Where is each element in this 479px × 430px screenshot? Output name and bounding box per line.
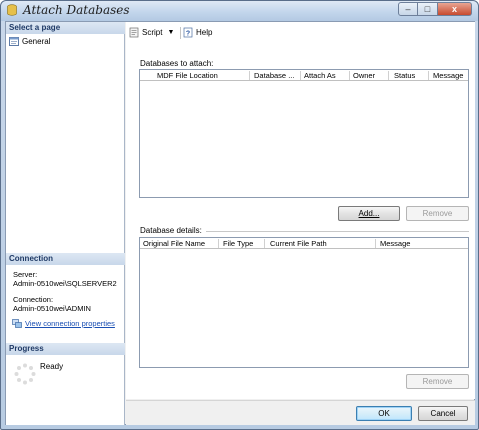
help-icon: ? <box>183 27 193 38</box>
connection-label: Connection: <box>13 295 54 304</box>
column-header-mdf-file-location[interactable]: MDF File Location <box>157 71 237 80</box>
add-button-label: Add... <box>358 209 380 218</box>
grid-header: MDF File Location Database ... Attach As… <box>140 70 468 81</box>
column-header-original-file-name[interactable]: Original File Name <box>143 239 215 248</box>
svg-text:?: ? <box>186 31 190 38</box>
column-separator <box>375 239 376 248</box>
connection-properties-icon <box>12 319 22 328</box>
column-header-database-name[interactable]: Database ... <box>254 71 296 80</box>
maximize-button[interactable]: □ <box>418 2 438 16</box>
toolbar-separator <box>180 27 181 39</box>
chevron-down-icon[interactable]: ▼ <box>167 29 174 36</box>
column-separator <box>264 239 265 248</box>
progress-spinner-icon <box>14 363 36 385</box>
dialog-footer: OK Cancel <box>126 400 475 425</box>
column-separator <box>349 71 350 80</box>
column-header-current-file-path[interactable]: Current File Path <box>270 239 340 248</box>
remove-detail-button-label: Remove <box>422 377 453 386</box>
page-item-general[interactable]: General <box>9 37 50 46</box>
remove-detail-button[interactable]: Remove <box>406 374 469 389</box>
database-details-label: Database details: <box>140 226 202 235</box>
view-connection-properties-link[interactable]: View connection properties <box>12 318 115 328</box>
column-header-owner[interactable]: Owner <box>353 71 383 80</box>
remove-button-label: Remove <box>422 209 453 218</box>
script-icon <box>129 27 139 38</box>
group-divider <box>206 231 469 232</box>
main-pane: Script ▼ ? Help Databases to attach: MDF… <box>126 22 475 399</box>
connection-value: Admin-0510wei\ADMIN <box>13 304 91 313</box>
grid-header: Original File Name File Type Current Fil… <box>140 238 468 249</box>
column-separator <box>388 71 389 80</box>
page-item-label: General <box>22 37 51 46</box>
toolbar: Script ▼ ? Help <box>126 22 475 42</box>
server-value: Admin-0510wei\SQLSERVER2 <box>13 279 117 288</box>
column-separator <box>218 239 219 248</box>
close-button[interactable]: x <box>438 2 472 16</box>
caption-buttons: – □ x <box>398 2 472 16</box>
database-icon <box>7 4 17 16</box>
view-connection-properties-text: View connection properties <box>25 318 115 328</box>
remove-database-button[interactable]: Remove <box>406 206 469 221</box>
add-database-button[interactable]: Add... <box>338 206 400 221</box>
help-button[interactable]: ? Help <box>183 27 212 38</box>
databases-to-attach-grid[interactable]: MDF File Location Database ... Attach As… <box>139 69 469 198</box>
column-header-attach-as[interactable]: Attach As <box>304 71 344 80</box>
column-header-message[interactable]: Message <box>380 239 425 248</box>
dialog-client-area: Select a page General Connection Server:… <box>5 21 475 425</box>
select-page-header: Select a page <box>6 22 125 34</box>
title-bar[interactable]: Attach Databases – □ x <box>1 1 478 21</box>
ok-button-label: OK <box>378 409 390 418</box>
column-separator <box>300 71 301 80</box>
column-header-status[interactable]: Status <box>394 71 424 80</box>
left-pane: Select a page General Connection Server:… <box>6 22 125 425</box>
minimize-button[interactable]: – <box>398 2 418 16</box>
page-icon <box>9 37 19 46</box>
attach-databases-window: Attach Databases – □ x Select a page Gen… <box>0 0 479 430</box>
progress-status: Ready <box>40 362 64 371</box>
script-label: Script <box>142 28 163 37</box>
progress-header: Progress <box>6 343 125 355</box>
script-button[interactable]: Script ▼ <box>129 27 174 38</box>
help-label: Help <box>196 28 213 37</box>
databases-to-attach-label: Databases to attach: <box>140 59 214 68</box>
database-details-grid[interactable]: Original File Name File Type Current Fil… <box>139 237 469 368</box>
server-label: Server: <box>13 270 38 279</box>
column-header-file-type[interactable]: File Type <box>223 239 263 248</box>
window-title: Attach Databases <box>23 3 130 17</box>
column-separator <box>249 71 250 80</box>
cancel-button-label: Cancel <box>430 409 456 418</box>
cancel-button[interactable]: Cancel <box>418 406 468 421</box>
column-separator <box>428 71 429 80</box>
ok-button[interactable]: OK <box>356 406 412 421</box>
column-header-message[interactable]: Message <box>433 71 467 80</box>
connection-header: Connection <box>6 253 125 265</box>
